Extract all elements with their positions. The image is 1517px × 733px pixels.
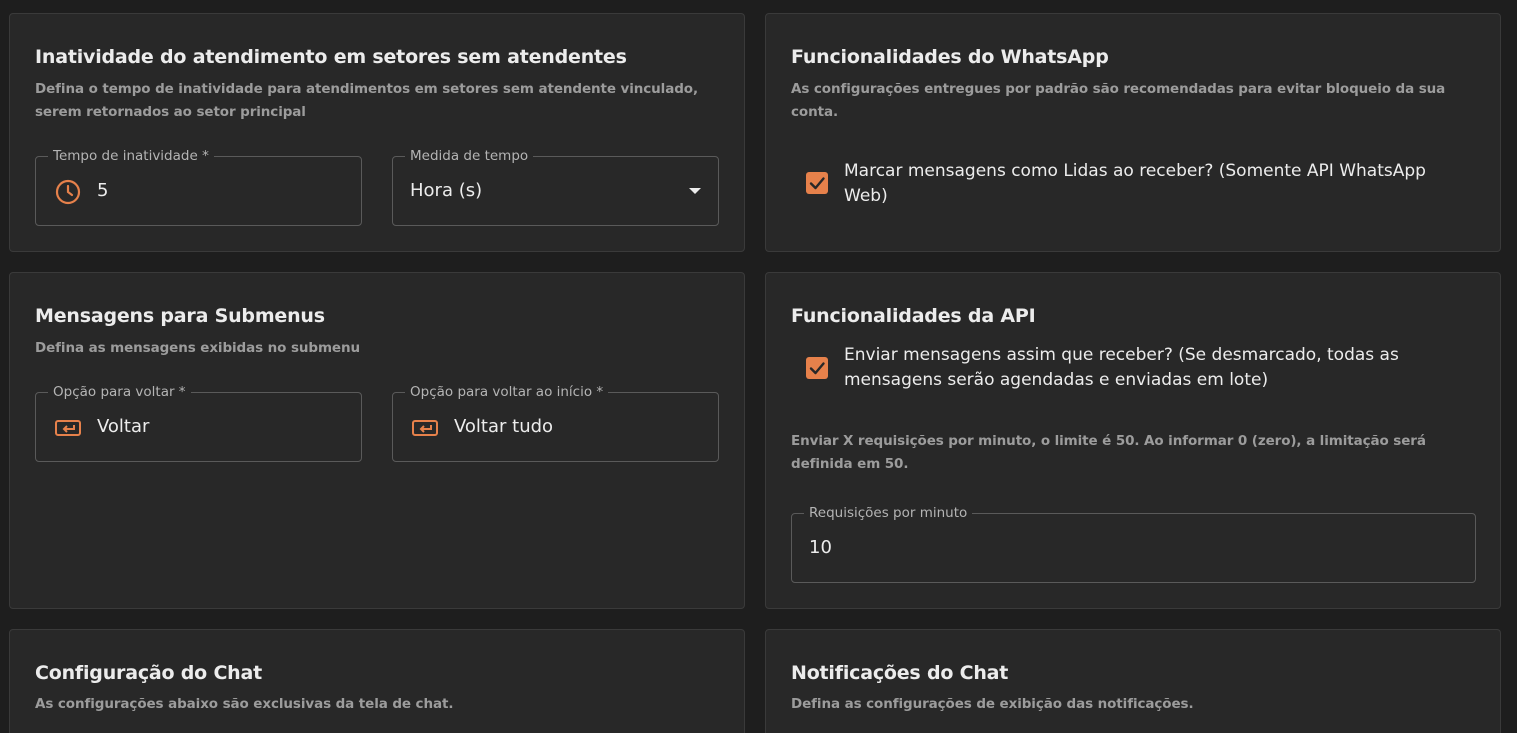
inactivity-time-value: 5 (97, 180, 109, 201)
whatsapp-card: Funcionalidades do WhatsApp As configura… (765, 13, 1501, 252)
whatsapp-title: Funcionalidades do WhatsApp (791, 46, 1109, 68)
send-immediately-checkbox[interactable] (806, 357, 828, 379)
submenus-description: Defina as mensagens exibidas no submenu (35, 340, 361, 356)
api-card: Funcionalidades da API Enviar mensagens … (765, 272, 1501, 609)
clock-icon (54, 178, 82, 206)
settings-grid: Inatividade do atendimento em setores se… (0, 0, 1517, 733)
mark-read-label[interactable]: Marcar mensagens como Lidas ao receber? … (844, 159, 1464, 209)
chat-config-card: Configuração do Chat As configurações ab… (9, 629, 745, 733)
keyboard-return-icon (411, 414, 439, 442)
requests-per-minute-value: 10 (809, 537, 832, 558)
time-unit-value: Hora (s) (410, 180, 483, 201)
requests-per-minute-label: Requisições por minuto (804, 504, 973, 522)
back-all-option-label: Opção para voltar ao início * (405, 383, 609, 401)
time-unit-label: Medida de tempo (405, 147, 534, 165)
send-immediately-label[interactable]: Enviar mensagens assim que receber? (Se … (844, 343, 1464, 393)
requests-per-minute-input[interactable]: Requisições por minuto 10 (791, 504, 1476, 583)
chat-config-title: Configuração do Chat (35, 662, 263, 684)
back-option-input[interactable]: Opção para voltar * Voltar (35, 383, 362, 462)
back-option-label: Opção para voltar * (48, 383, 191, 401)
whatsapp-description: As configurações entregues por padrão sã… (791, 81, 1446, 120)
submenus-card: Mensagens para Submenus Defina as mensag… (9, 272, 745, 609)
rate-description: Enviar X requisições por minuto, o limit… (791, 433, 1426, 472)
chat-notifications-card: Notificações do Chat Defina as configura… (765, 629, 1501, 733)
inactivity-time-label: Tempo de inatividade * (48, 147, 214, 165)
inactivity-card: Inatividade do atendimento em setores se… (9, 13, 745, 252)
inactivity-time-input[interactable]: Tempo de inatividade * 5 (35, 147, 362, 226)
inactivity-title: Inatividade do atendimento em setores se… (35, 46, 627, 68)
time-unit-select[interactable]: Medida de tempo Hora (s) (392, 147, 719, 226)
keyboard-return-icon (54, 414, 82, 442)
chat-notifications-title: Notificações do Chat (791, 662, 1009, 684)
chat-notifications-description: Defina as configurações de exibição das … (791, 696, 1194, 712)
back-all-option-value: Voltar tudo (454, 416, 554, 437)
back-option-value: Voltar (97, 416, 150, 437)
check-icon (809, 177, 825, 190)
submenus-title: Mensagens para Submenus (35, 305, 325, 327)
mark-read-checkbox[interactable] (806, 172, 828, 194)
check-icon (809, 362, 825, 375)
back-all-option-input[interactable]: Opção para voltar ao início * Voltar tud… (392, 383, 719, 462)
api-title: Funcionalidades da API (791, 305, 1036, 327)
chevron-down-icon[interactable] (689, 188, 701, 194)
chat-config-description: As configurações abaixo são exclusivas d… (35, 696, 454, 712)
inactivity-description: Defina o tempo de inatividade para atend… (35, 81, 698, 120)
